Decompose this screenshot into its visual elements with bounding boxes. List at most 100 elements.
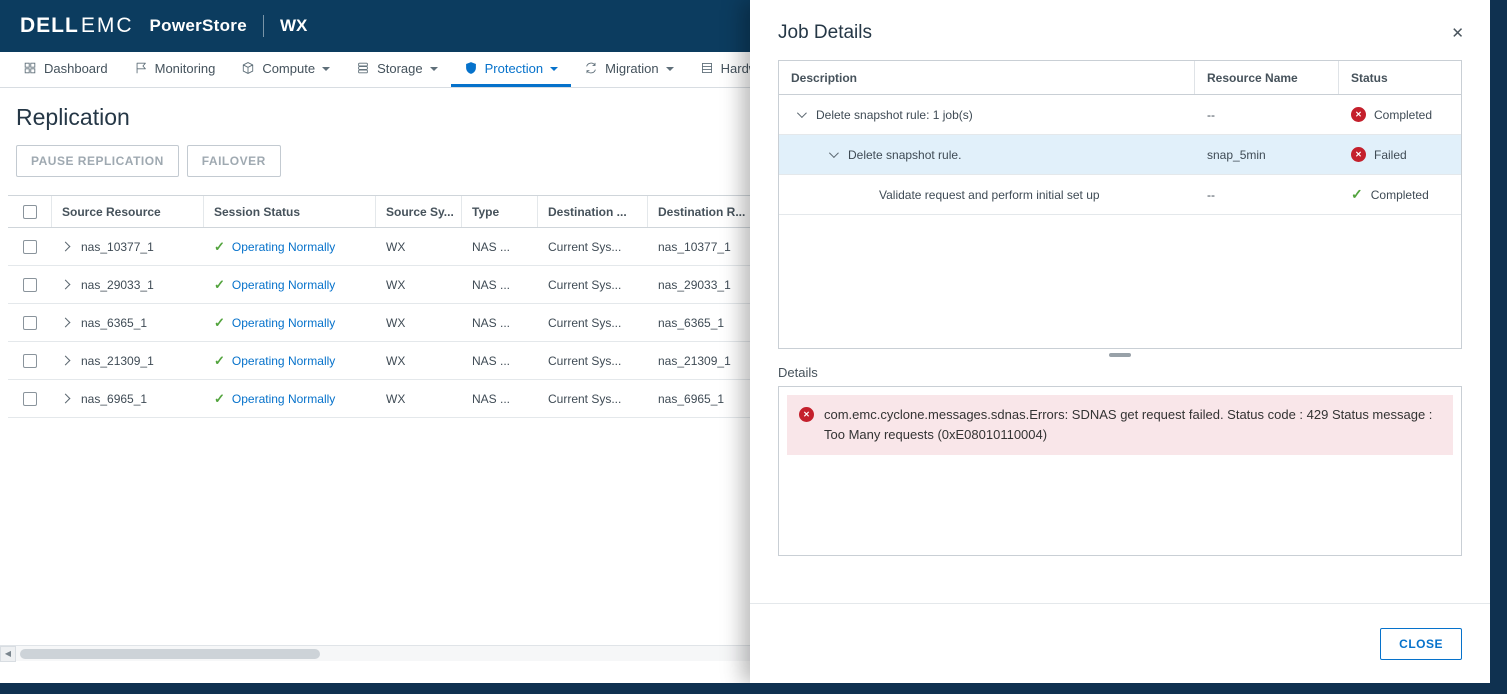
nav-item-compute[interactable]: Compute xyxy=(228,52,343,87)
table-row[interactable]: nas_21309_1 ✓Operating Normally WX NAS .… xyxy=(8,342,810,380)
column-header-resource-name[interactable]: Resource Name xyxy=(1195,61,1339,94)
job-details-panel: Job Details ✕ Description Resource Name … xyxy=(750,0,1490,683)
header-divider xyxy=(263,15,264,37)
source-resource: nas_29033_1 xyxy=(81,278,154,292)
source-system: WX xyxy=(376,278,462,292)
chevron-down-icon xyxy=(430,67,438,71)
details-label: Details xyxy=(778,365,1462,380)
close-icon[interactable]: ✕ xyxy=(1451,24,1464,42)
dell-logo: DELL xyxy=(20,14,79,38)
product-name: PowerStore xyxy=(150,16,247,36)
source-resource: nas_10377_1 xyxy=(81,240,154,254)
nav-label: Monitoring xyxy=(155,61,216,76)
scroll-left-button[interactable]: ◀ xyxy=(0,646,16,662)
job-resource-name: -- xyxy=(1195,108,1339,122)
failover-button[interactable]: FAILOVER xyxy=(187,145,281,177)
details-box: ✕ com.emc.cyclone.messages.sdnas.Errors:… xyxy=(778,386,1462,556)
session-status-link[interactable]: Operating Normally xyxy=(232,316,335,330)
scrollbar-thumb[interactable] xyxy=(20,649,320,659)
row-checkbox[interactable] xyxy=(23,354,37,368)
job-status: Completed xyxy=(1371,188,1429,202)
success-check-icon: ✓ xyxy=(214,315,225,331)
type-cell: NAS ... xyxy=(462,240,538,254)
nav-item-protection[interactable]: Protection xyxy=(451,52,572,87)
cluster-name[interactable]: WX xyxy=(280,16,307,36)
destination-cell: Current Sys... xyxy=(538,316,648,330)
protection-shield-icon xyxy=(464,61,478,75)
expand-chevron-icon[interactable] xyxy=(61,280,71,290)
close-button[interactable]: CLOSE xyxy=(1380,628,1462,660)
success-check-icon: ✓ xyxy=(214,353,225,369)
expand-chevron-icon[interactable] xyxy=(61,394,71,404)
nav-label: Storage xyxy=(377,61,423,76)
source-system: WX xyxy=(376,316,462,330)
hardware-rack-icon xyxy=(700,61,714,75)
job-row[interactable]: Delete snapshot rule: 1 job(s) -- ✕ Comp… xyxy=(779,95,1461,135)
error-icon: ✕ xyxy=(799,407,814,422)
column-header-type[interactable]: Type xyxy=(462,196,538,227)
column-header-source-system[interactable]: Source Sy... xyxy=(376,196,462,227)
expand-chevron-icon[interactable] xyxy=(61,318,71,328)
column-header-source-resource[interactable]: Source Resource xyxy=(52,196,204,227)
type-cell: NAS ... xyxy=(462,278,538,292)
job-description: Delete snapshot rule. xyxy=(848,148,961,162)
job-status: Completed xyxy=(1374,108,1432,122)
job-description: Delete snapshot rule: 1 job(s) xyxy=(816,108,973,122)
column-header-destination[interactable]: Destination ... xyxy=(538,196,648,227)
expand-chevron-icon[interactable] xyxy=(61,242,71,252)
job-status: Failed xyxy=(1374,148,1407,162)
row-checkbox[interactable] xyxy=(23,392,37,406)
job-row[interactable]: Validate request and perform initial set… xyxy=(779,175,1461,215)
storage-stack-icon xyxy=(356,61,370,75)
select-all-checkbox[interactable] xyxy=(23,205,37,219)
panel-title: Job Details xyxy=(778,22,872,44)
table-row[interactable]: nas_29033_1 ✓ Operating Normally WX NAS .… xyxy=(8,266,810,304)
session-status-link[interactable]: Operating Normally xyxy=(232,392,335,406)
nav-label: Migration xyxy=(605,61,658,76)
row-checkbox[interactable] xyxy=(23,316,37,330)
collapse-chevron-icon[interactable] xyxy=(797,108,807,118)
destination-cell: Current Sys... xyxy=(538,354,648,368)
session-status-link[interactable]: Operating Normally xyxy=(232,240,335,254)
migration-arrows-icon xyxy=(584,61,598,75)
expand-chevron-icon[interactable] xyxy=(61,356,71,366)
dashboard-grid-icon xyxy=(23,61,37,75)
nav-item-dashboard[interactable]: Dashboard xyxy=(10,52,121,87)
horizontal-scrollbar[interactable]: ◀ xyxy=(0,645,750,661)
column-header-session-status[interactable]: Session Status xyxy=(204,196,376,227)
source-resource: nas_21309_1 xyxy=(81,354,154,368)
row-checkbox[interactable] xyxy=(23,278,37,292)
chevron-down-icon xyxy=(322,67,330,71)
source-system: WX xyxy=(376,354,462,368)
compute-cube-icon xyxy=(241,61,255,75)
pause-replication-button[interactable]: PAUSE REPLICATION xyxy=(16,145,179,177)
nav-item-migration[interactable]: Migration xyxy=(571,52,686,87)
emc-logo: EMC xyxy=(81,14,134,38)
chevron-down-icon xyxy=(550,67,558,71)
column-header-status[interactable]: Status xyxy=(1339,61,1461,94)
success-check-icon: ✓ xyxy=(214,277,225,293)
window-right-edge xyxy=(1490,0,1507,694)
session-status-link[interactable]: Operating Normally xyxy=(232,278,335,292)
success-check-icon: ✓ xyxy=(214,239,225,255)
column-header-description[interactable]: Description xyxy=(779,61,1195,94)
error-message: com.emc.cyclone.messages.sdnas.Errors: S… xyxy=(824,405,1441,445)
table-row[interactable]: nas_10377_1 ✓ Operating Normally WX NAS .… xyxy=(8,228,810,266)
panel-resize-handle[interactable] xyxy=(1109,353,1131,357)
nav-item-monitoring[interactable]: Monitoring xyxy=(121,52,229,87)
nav-item-storage[interactable]: Storage xyxy=(343,52,451,87)
brand: DELL EMC PowerStore WX xyxy=(20,14,307,38)
table-row[interactable]: nas_6365_1 ✓Operating Normally WX NAS ..… xyxy=(8,304,810,342)
job-resource-name: -- xyxy=(1195,188,1339,202)
destination-cell: Current Sys... xyxy=(538,392,648,406)
row-checkbox[interactable] xyxy=(23,240,37,254)
session-status-link[interactable]: Operating Normally xyxy=(232,354,335,368)
panel-footer: CLOSE xyxy=(750,603,1490,683)
success-check-icon: ✓ xyxy=(214,391,225,407)
table-row[interactable]: nas_6965_1 ✓Operating Normally WX NAS ..… xyxy=(8,380,810,418)
source-system: WX xyxy=(376,240,462,254)
collapse-chevron-icon[interactable] xyxy=(829,148,839,158)
job-row-selected[interactable]: Delete snapshot rule. snap_5min ✕ Failed xyxy=(779,135,1461,175)
job-resource-name: snap_5min xyxy=(1195,148,1339,162)
table-header-row: Source Resource Session Status Source Sy… xyxy=(8,195,810,228)
